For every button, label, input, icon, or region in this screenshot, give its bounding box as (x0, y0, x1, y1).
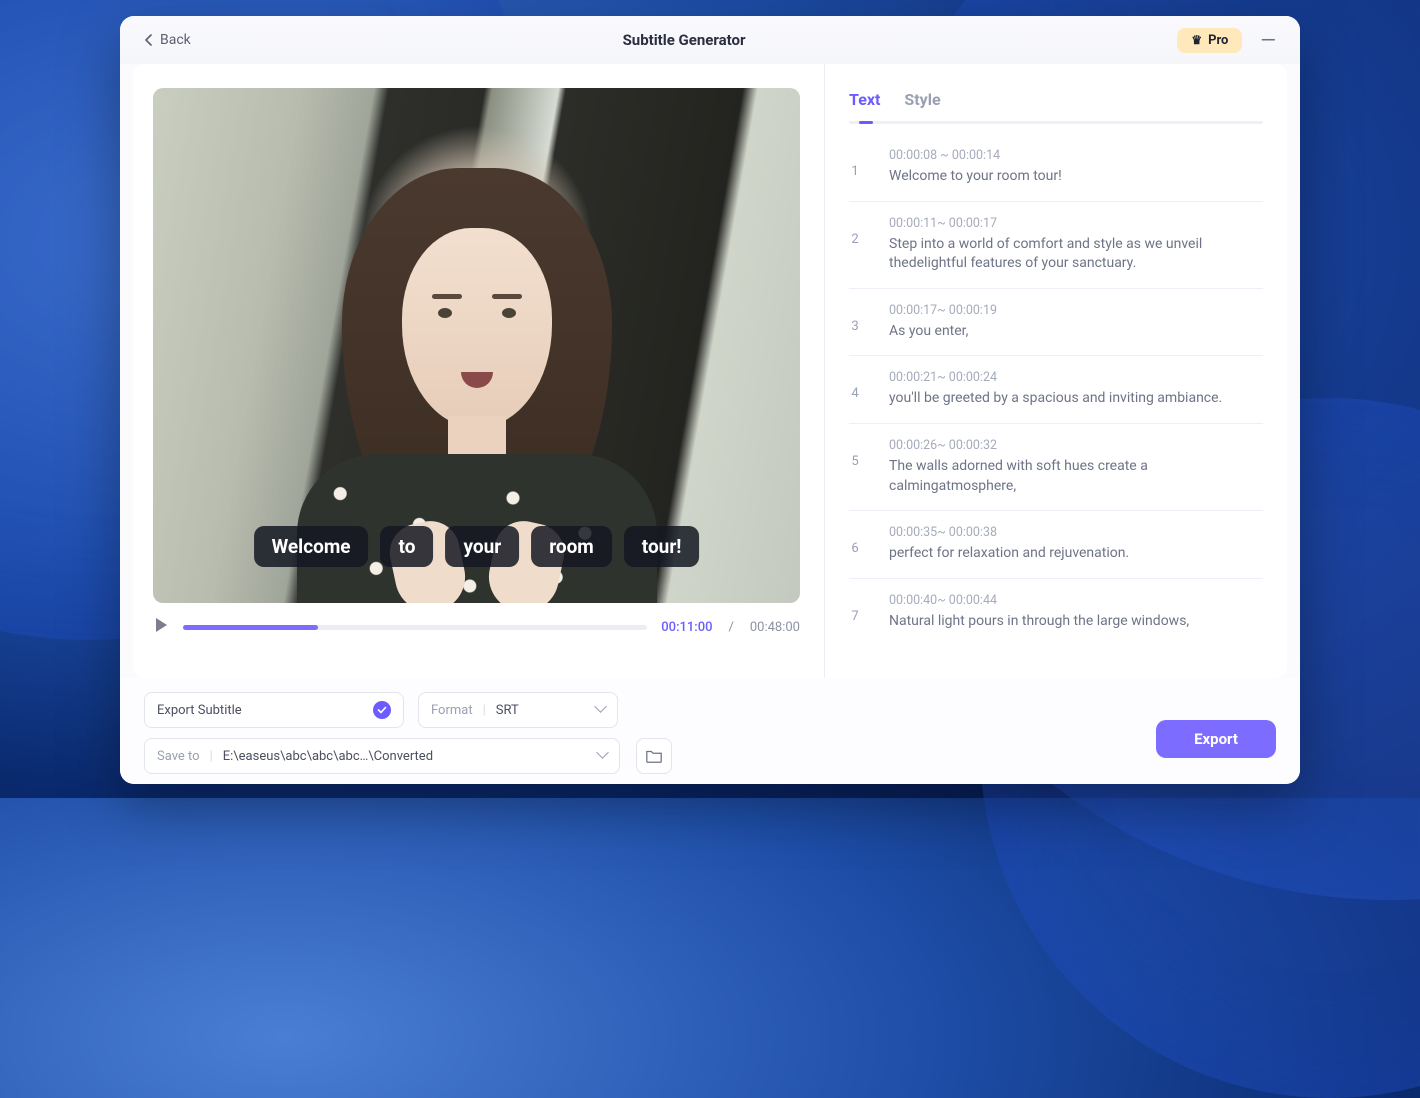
subtitle-row[interactable]: 1 00:00:08 ~ 00:00:14 Welcome to your ro… (849, 134, 1263, 202)
progress-bar[interactable] (183, 625, 647, 630)
subtitle-text: The walls adorned with soft hues create … (889, 457, 1263, 496)
chevron-down-icon (598, 748, 607, 764)
app-header: Back Subtitle Generator ♛ Pro — (120, 16, 1300, 64)
pro-label: Pro (1208, 33, 1228, 48)
header-right: ♛ Pro — (1177, 28, 1276, 53)
format-value: SRT (496, 703, 519, 718)
subtitle-text: perfect for relaxation and rejuvenation. (889, 544, 1263, 564)
saveto-label: Save to (157, 749, 200, 764)
crown-icon: ♛ (1191, 33, 1202, 47)
content-area: Welcome to your room tour! 00:11:00 / 00… (133, 64, 1287, 678)
subtitle-index: 4 (849, 370, 861, 409)
app-window: Back Subtitle Generator ♛ Pro — (120, 16, 1300, 784)
subtitle-word: to (381, 526, 434, 567)
export-options: Export Subtitle Format | SRT Save to | E… (144, 692, 618, 766)
subtitle-word: Welcome (254, 526, 369, 567)
subtitle-row[interactable]: 4 00:00:21~ 00:00:24 you'll be greeted b… (849, 356, 1263, 424)
total-time: 00:48:00 (750, 620, 800, 635)
tabs: Text Style (825, 82, 1287, 117)
subtitle-index: 2 (849, 216, 861, 274)
tab-indicator-track (849, 121, 1263, 124)
subtitle-time: 00:00:17~ 00:00:19 (889, 303, 1263, 318)
subtitle-time: 00:00:11~ 00:00:17 (889, 216, 1263, 231)
subtitle-text: Welcome to your room tour! (889, 167, 1263, 187)
back-label: Back (160, 32, 191, 48)
subtitle-index: 1 (849, 148, 861, 187)
browse-folder-button[interactable] (636, 738, 672, 774)
progress-fill (183, 625, 318, 630)
video-preview[interactable]: Welcome to your room tour! (153, 88, 800, 603)
saveto-value: E:\easeus\abc\abc\abc…\Converted (223, 749, 433, 764)
subtitle-row[interactable]: 5 00:00:26~ 00:00:32 The walls adorned w… (849, 424, 1263, 511)
subtitle-text: As you enter, (889, 322, 1263, 342)
subtitle-row[interactable]: 3 00:00:17~ 00:00:19 As you enter, (849, 289, 1263, 357)
subtitle-index: 3 (849, 303, 861, 342)
folder-icon (645, 747, 663, 765)
subtitle-index: 6 (849, 525, 861, 564)
subtitle-word: tour! (624, 526, 700, 567)
page-title: Subtitle Generator (191, 31, 1178, 49)
subtitle-time: 00:00:21~ 00:00:24 (889, 370, 1263, 385)
chevron-left-icon (144, 34, 154, 46)
subtitle-index: 7 (849, 593, 861, 632)
footer: Export Subtitle Format | SRT Save to | E… (120, 678, 1300, 784)
format-select[interactable]: Format | SRT (418, 692, 618, 728)
preview-pane: Welcome to your room tour! 00:11:00 / 00… (133, 64, 825, 678)
current-time: 00:11:00 (661, 620, 712, 635)
subtitle-row[interactable]: 7 00:00:40~ 00:00:44 Natural light pours… (849, 579, 1263, 646)
export-subtitle-label: Export Subtitle (157, 703, 242, 718)
export-subtitle-toggle[interactable]: Export Subtitle (144, 692, 404, 728)
subtitle-text: Step into a world of comfort and style a… (889, 235, 1263, 274)
subtitle-time: 00:00:26~ 00:00:32 (889, 438, 1263, 453)
subtitle-word: room (531, 526, 612, 567)
subtitle-time: 00:00:40~ 00:00:44 (889, 593, 1263, 608)
chevron-down-icon (596, 702, 605, 718)
subtitle-overlay: Welcome to your room tour! (254, 526, 700, 567)
subtitle-text: you'll be greeted by a spacious and invi… (889, 389, 1263, 409)
time-separator: / (728, 620, 733, 635)
tab-text[interactable]: Text (849, 82, 880, 117)
subtitle-time: 00:00:35~ 00:00:38 (889, 525, 1263, 540)
saveto-select[interactable]: Save to | E:\easeus\abc\abc\abc…\Convert… (144, 738, 620, 774)
tab-style[interactable]: Style (904, 82, 940, 117)
back-button[interactable]: Back (144, 32, 191, 48)
subtitle-word: your (445, 526, 519, 567)
subtitle-panel: Text Style 1 00:00:08 ~ 00:00:14 Welcome… (825, 64, 1287, 678)
subtitle-row[interactable]: 6 00:00:35~ 00:00:38 perfect for relaxat… (849, 511, 1263, 579)
pro-badge[interactable]: ♛ Pro (1177, 28, 1242, 53)
playback-controls: 00:11:00 / 00:48:00 (153, 617, 800, 637)
subtitle-time: 00:00:08 ~ 00:00:14 (889, 148, 1263, 163)
check-icon (373, 701, 391, 719)
format-label: Format (431, 703, 473, 718)
tab-indicator (859, 121, 873, 124)
subtitle-row[interactable]: 2 00:00:11~ 00:00:17 Step into a world o… (849, 202, 1263, 289)
export-button[interactable]: Export (1156, 720, 1276, 758)
subtitle-list[interactable]: 1 00:00:08 ~ 00:00:14 Welcome to your ro… (825, 134, 1287, 678)
subtitle-text: Natural light pours in through the large… (889, 612, 1263, 632)
subtitle-index: 5 (849, 438, 861, 496)
play-button[interactable] (153, 617, 169, 637)
